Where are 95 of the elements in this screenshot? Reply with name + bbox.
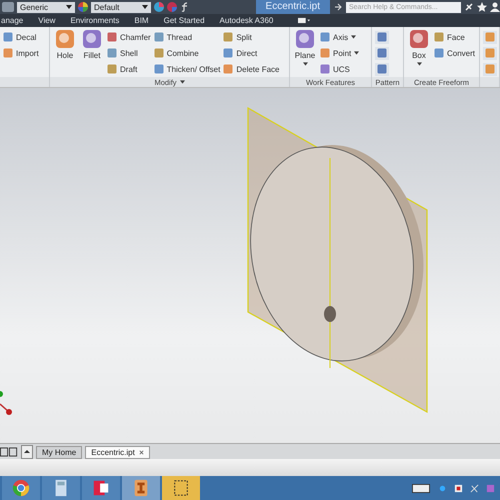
tool-button[interactable]: Chamfer [107,30,151,44]
tool-button[interactable] [375,62,389,76]
star-icon[interactable] [477,2,487,12]
tool-icon [485,64,495,74]
tool-icon [223,64,234,74]
camera-icon[interactable] [298,16,310,24]
layout-icon[interactable] [0,447,18,457]
material-dropdown[interactable]: Generic [17,2,75,12]
caret-icon[interactable] [180,80,185,84]
tool-icon [434,32,444,42]
tool-icon [295,28,315,49]
tool-icon [320,64,330,74]
tool-button[interactable]: Thread [154,30,220,44]
close-icon[interactable] [138,450,144,455]
caret-icon [416,62,422,66]
keyboard-icon[interactable] [412,484,430,492]
up-icon[interactable] [21,445,33,459]
tool-button[interactable]: Convert [434,46,476,60]
menu-tab[interactable]: anage [1,16,24,25]
menu-tab[interactable]: View [38,16,56,25]
tool-button[interactable]: Shell [107,46,151,60]
tool-icon [55,28,75,49]
color-wheel-icon[interactable] [154,2,164,12]
stop-icon[interactable] [454,484,463,492]
taskbar-button[interactable] [42,476,80,500]
tool-button[interactable]: Box [407,28,431,78]
caret-icon [302,62,308,66]
tool-button[interactable]: Hole [53,28,77,78]
tool-button[interactable] [375,46,389,60]
tool-button[interactable]: Decal [3,30,39,44]
tool-icon [3,48,13,58]
tool-icon [320,48,330,58]
app-icon[interactable] [2,2,14,12]
tool-icon [434,48,444,58]
taskbar-button[interactable] [162,476,200,500]
tool-icon [107,48,117,58]
arrow-icon[interactable] [333,2,343,12]
caret-icon [351,35,356,40]
color-wheel-icon[interactable] [167,2,177,12]
caret-icon [142,5,148,9]
menu-tab[interactable]: Get Started [164,16,205,25]
appearance-dropdown[interactable]: Default [91,2,151,12]
tool-button[interactable] [483,30,497,44]
tool-icon [377,48,387,58]
tool-button[interactable] [483,46,497,60]
document-tab[interactable]: Eccentric.ipt [85,446,150,459]
tool-button[interactable]: Import [3,46,39,60]
dotted-frame-icon [172,479,190,497]
tool-button[interactable]: Axis [320,30,360,44]
menu-tab[interactable]: Environments [70,16,120,25]
tool-icon [485,32,495,42]
tool-icon [409,28,429,49]
function-icon[interactable] [180,2,190,12]
ball-icon [12,479,30,497]
user-icon[interactable] [490,2,500,12]
tool-button[interactable]: Direct [223,46,280,60]
tool-button[interactable]: Thicken/ Offset [154,62,220,76]
tool-icon [377,32,387,42]
tool-icon [3,32,13,42]
dot-icon[interactable] [438,484,447,492]
taskbar-button[interactable] [122,476,160,500]
i-beam-icon [132,479,150,497]
tool-icon [107,32,117,42]
tool-button[interactable] [375,30,389,44]
tool-icon [223,32,234,42]
tool-button[interactable]: Split [223,30,280,44]
tool-icon [107,64,117,74]
tool-button[interactable]: Draft [107,62,151,76]
window-title: Eccentric.ipt [256,0,330,14]
tool-button[interactable]: Face [434,30,476,44]
caret-icon [66,5,72,9]
tool-button[interactable]: UCS [320,62,360,76]
tool-icon [154,32,164,42]
tool-button[interactable] [483,62,497,76]
caret-icon [354,51,360,56]
tool-icon [154,64,164,74]
tool-icon [320,32,330,42]
tool-button[interactable]: Delete Face [223,62,280,76]
document-tab[interactable]: My Home [36,446,82,459]
tool-icon [82,28,102,49]
tool-icon [154,48,164,58]
color-wheel-icon[interactable] [78,2,88,12]
tool-icon [485,48,495,58]
menu-tab[interactable]: Autodesk A360 [220,16,274,25]
taskbar-button[interactable] [2,476,40,500]
tool-button[interactable]: Plane [293,28,317,78]
tool-icon [377,64,387,74]
taskbar-button[interactable] [82,476,120,500]
tool-button[interactable]: Point [320,46,360,60]
tool-button[interactable]: Combine [154,46,220,60]
presentation-icon [92,479,110,497]
tool-button[interactable]: Fillet [80,28,104,78]
tool-icon [223,48,234,58]
axis-triad-icon [0,391,12,416]
menu-tab[interactable]: BIM [134,16,149,25]
